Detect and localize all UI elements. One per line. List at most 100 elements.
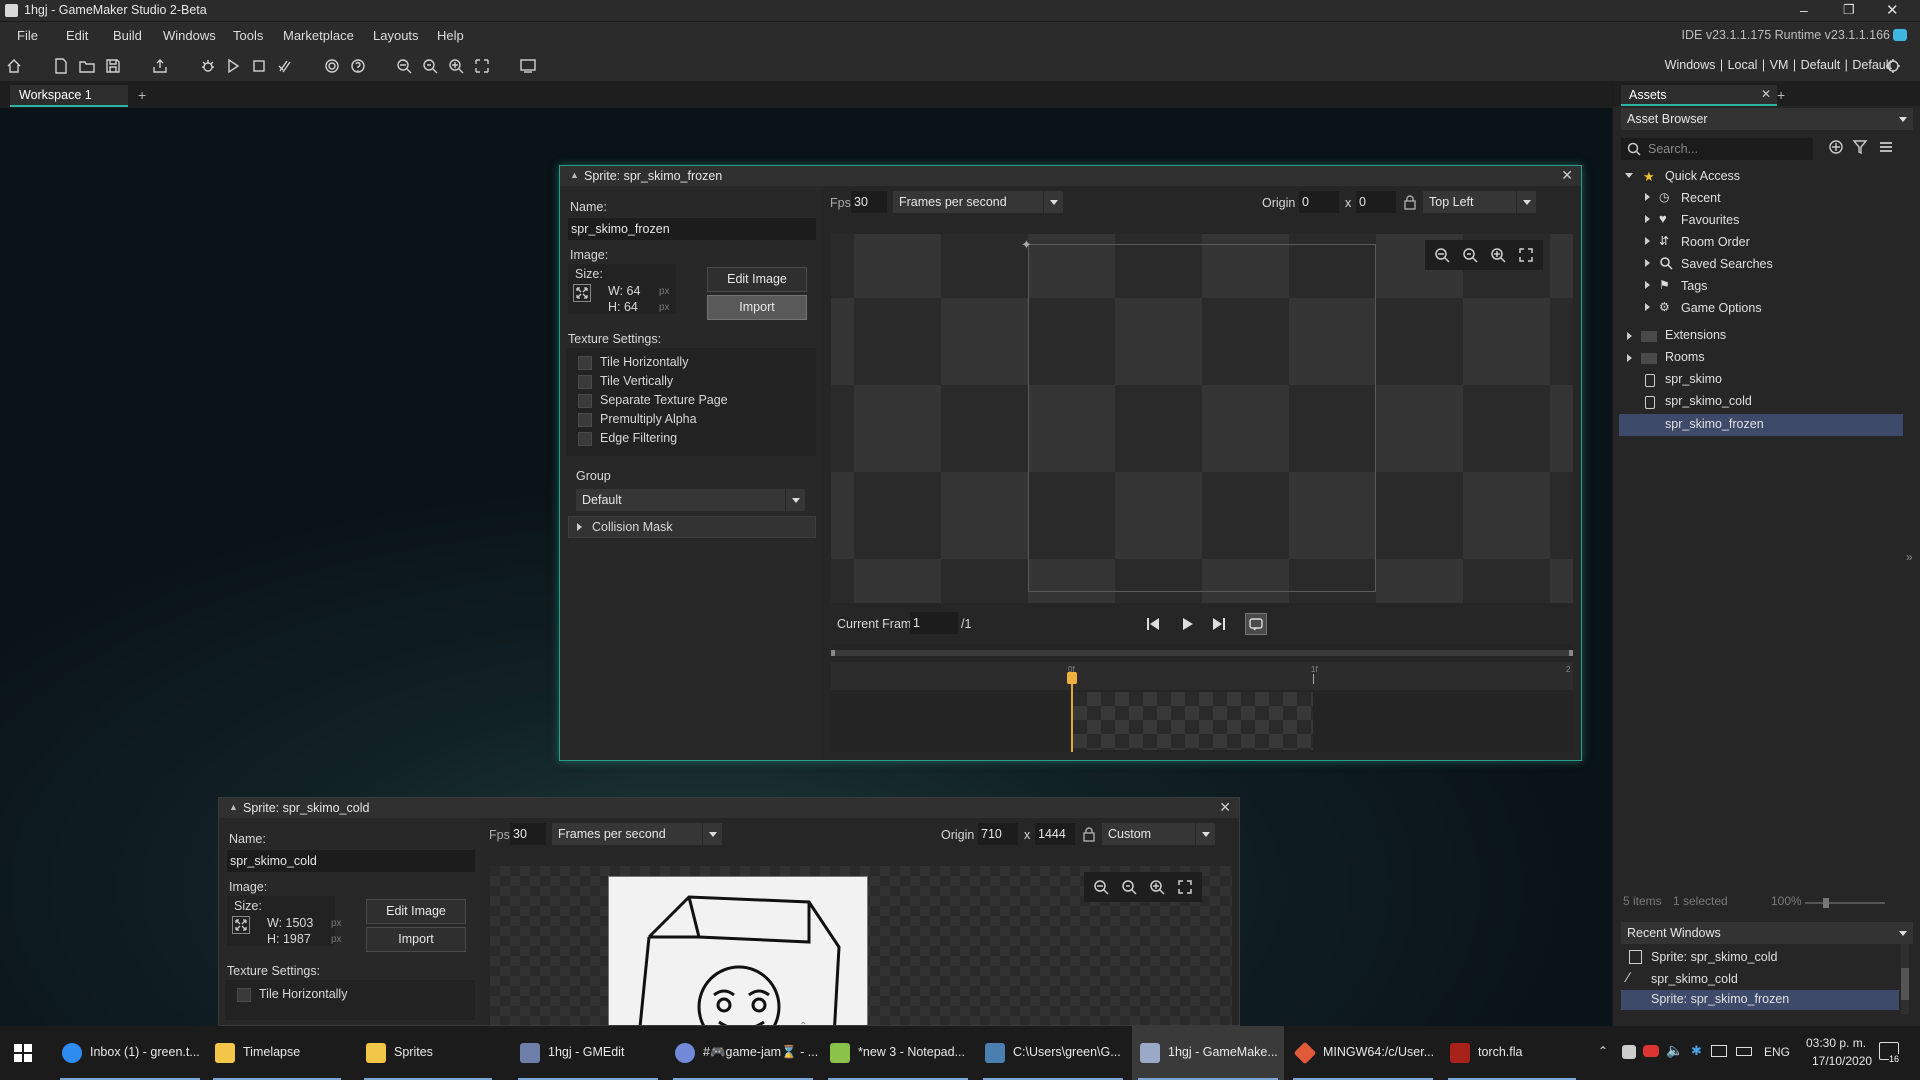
- close-icon[interactable]: ✕: [1219, 799, 1231, 816]
- tab-workspace-1[interactable]: Workspace 1: [10, 85, 128, 107]
- fps-field[interactable]: 30: [851, 191, 887, 213]
- expand-arrow-icon[interactable]: [1627, 354, 1632, 362]
- volume-icon[interactable]: 🔈: [1666, 1042, 1683, 1059]
- add-workspace-button[interactable]: +: [138, 87, 146, 103]
- collapse-arrow-icon[interactable]: ▲: [570, 170, 579, 180]
- tree-extensions[interactable]: Extensions: [1665, 328, 1726, 346]
- home-icon[interactable]: [3, 55, 25, 77]
- zoom-reset-icon[interactable]: [1459, 244, 1481, 266]
- tree-room-order[interactable]: Room Order: [1681, 235, 1750, 253]
- target-settings-icon[interactable]: [1882, 55, 1904, 77]
- battery-icon[interactable]: [1736, 1047, 1752, 1056]
- task-notepad[interactable]: *new 3 - Notepad...: [822, 1026, 974, 1080]
- tab-assets[interactable]: Assets ✕: [1621, 85, 1777, 106]
- first-frame-icon[interactable]: [1145, 616, 1161, 632]
- frame-thumbnail[interactable]: [1073, 692, 1313, 750]
- tree-spr-skimo-cold[interactable]: spr_skimo_cold: [1665, 394, 1752, 412]
- restore-button[interactable]: ❐: [1843, 2, 1855, 18]
- close-window-button[interactable]: ✕: [1886, 1, 1899, 19]
- menu-windows[interactable]: Windows: [163, 28, 216, 43]
- menu-icon[interactable]: [1878, 139, 1894, 155]
- fullscreen-icon[interactable]: [1174, 876, 1196, 898]
- expand-arrow-icon[interactable]: [1645, 215, 1650, 223]
- zoom-in-icon[interactable]: [1487, 244, 1509, 266]
- window-header[interactable]: ▲ Sprite: spr_skimo_frozen ✕: [560, 166, 1581, 186]
- origin-marker-icon[interactable]: ✦: [1021, 237, 1032, 253]
- timeline-scrollbar[interactable]: [831, 650, 1573, 656]
- tree-saved-searches[interactable]: Saved Searches: [1681, 257, 1773, 275]
- name-field[interactable]: spr_skimo_frozen: [568, 218, 816, 240]
- tile-horizontally-checkbox[interactable]: [237, 988, 251, 1002]
- menu-layouts[interactable]: Layouts: [373, 28, 419, 43]
- zoom-reset-icon[interactable]: [1118, 876, 1140, 898]
- tree-spr-skimo-frozen[interactable]: spr_skimo_frozen: [1665, 417, 1764, 435]
- sprite-preview-canvas[interactable]: ✦: [831, 234, 1573, 603]
- task-timelapse[interactable]: Timelapse: [207, 1026, 347, 1080]
- recent-window-item[interactable]: spr_skimo_cold: [1651, 972, 1738, 990]
- expand-arrow-icon[interactable]: [1645, 237, 1650, 245]
- origin-mode-dropdown[interactable]: Custom: [1102, 823, 1215, 845]
- origin-mode-dropdown[interactable]: Top Left: [1423, 191, 1536, 213]
- task-animate[interactable]: torch.fla: [1442, 1026, 1582, 1080]
- zoom-out-icon[interactable]: [393, 55, 415, 77]
- name-field[interactable]: spr_skimo_cold: [227, 850, 475, 872]
- close-icon[interactable]: ✕: [1561, 167, 1573, 184]
- zoom-in-icon[interactable]: [445, 55, 467, 77]
- import-button[interactable]: Import: [707, 295, 807, 320]
- export-icon[interactable]: [149, 55, 171, 77]
- debug-icon[interactable]: [197, 55, 219, 77]
- edit-image-button[interactable]: Edit Image: [707, 267, 807, 292]
- stop-icon[interactable]: [248, 55, 270, 77]
- tray-app-icon[interactable]: [1622, 1045, 1636, 1059]
- save-icon[interactable]: [102, 55, 124, 77]
- resize-icon[interactable]: [573, 284, 591, 302]
- premultiply-alpha-checkbox[interactable]: [578, 413, 592, 427]
- run-icon[interactable]: [222, 55, 244, 77]
- clock-date[interactable]: 17/10/2020: [1812, 1054, 1872, 1068]
- preferences-icon[interactable]: [321, 55, 343, 77]
- network-icon[interactable]: [1711, 1045, 1727, 1057]
- edit-image-button[interactable]: Edit Image: [366, 899, 466, 924]
- tree-favourites[interactable]: Favourites: [1681, 213, 1739, 231]
- new-project-icon[interactable]: [50, 55, 72, 77]
- open-project-icon[interactable]: [76, 55, 98, 77]
- resize-icon[interactable]: [232, 916, 250, 934]
- recent-window-item[interactable]: Sprite: spr_skimo_cold: [1651, 950, 1777, 968]
- windows-start-icon[interactable]: [14, 1044, 32, 1062]
- recent-scrollbar[interactable]: [1901, 944, 1909, 1014]
- tray-gamepad-icon[interactable]: [1643, 1045, 1659, 1057]
- zoom-out-icon[interactable]: [1431, 244, 1453, 266]
- zoom-slider-handle[interactable]: [1823, 898, 1829, 908]
- playhead[interactable]: [1071, 672, 1073, 752]
- import-button[interactable]: Import: [366, 927, 466, 952]
- last-frame-icon[interactable]: [1211, 616, 1227, 632]
- tree-game-options[interactable]: Game Options: [1681, 301, 1762, 319]
- loop-icon[interactable]: [1245, 613, 1267, 635]
- bluetooth-icon[interactable]: ✱: [1691, 1043, 1702, 1059]
- expand-arrow-icon[interactable]: [1645, 303, 1650, 311]
- origin-y-field[interactable]: 1444: [1035, 823, 1075, 845]
- quick-access[interactable]: Quick Access: [1665, 169, 1740, 187]
- tree-tags[interactable]: Tags: [1681, 279, 1707, 297]
- edge-filtering-checkbox[interactable]: [578, 432, 592, 446]
- task-sprites[interactable]: Sprites: [358, 1026, 498, 1080]
- menu-edit[interactable]: Edit: [66, 28, 88, 43]
- expand-arrow-icon[interactable]: [1645, 259, 1650, 267]
- help-icon[interactable]: [347, 55, 369, 77]
- menu-tools[interactable]: Tools: [233, 28, 263, 43]
- fps-field[interactable]: 30: [510, 823, 546, 845]
- play-icon[interactable]: [1179, 616, 1195, 632]
- origin-x-field[interactable]: 0: [1299, 191, 1339, 213]
- lock-icon[interactable]: [1082, 826, 1096, 842]
- zoom-reset-icon[interactable]: [419, 55, 441, 77]
- minimize-button[interactable]: –: [1800, 2, 1808, 18]
- tile-horizontally-checkbox[interactable]: [578, 356, 592, 370]
- origin-y-field[interactable]: 0: [1356, 191, 1396, 213]
- fps-mode-dropdown[interactable]: Frames per second: [552, 823, 722, 845]
- create-asset-icon[interactable]: [1828, 139, 1844, 155]
- window-header[interactable]: ▲ Sprite: spr_skimo_cold ✕: [219, 798, 1239, 818]
- chevron-up-icon[interactable]: ⌃: [1598, 1044, 1608, 1058]
- playhead-handle-icon[interactable]: [1067, 672, 1077, 684]
- tree-recent[interactable]: Recent: [1681, 191, 1721, 209]
- output-window-icon[interactable]: [517, 55, 539, 77]
